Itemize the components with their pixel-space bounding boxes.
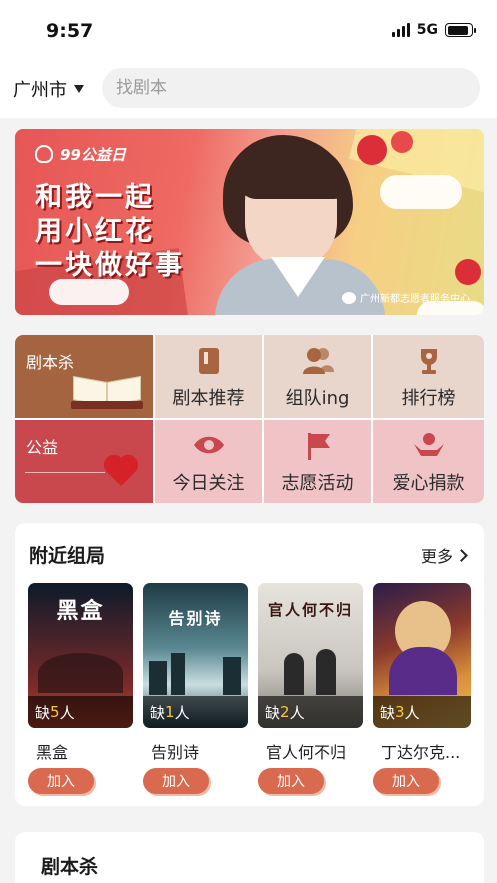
team-icon bbox=[302, 348, 334, 374]
eye-icon bbox=[193, 436, 224, 454]
caret-down-icon bbox=[74, 85, 84, 93]
poster-title: 告别诗 bbox=[168, 609, 223, 628]
tile-volunteer-label: 志愿活动 bbox=[281, 473, 354, 494]
group-name: 官人何不归 bbox=[266, 743, 347, 762]
group-poster[interactable]: 缺3人 bbox=[373, 583, 471, 728]
group-name: 丁达尔克... bbox=[381, 743, 461, 762]
city-selector[interactable]: 广州市 bbox=[13, 76, 84, 102]
more-link[interactable]: 更多 bbox=[420, 543, 468, 567]
poster-title: 官人何不归 bbox=[267, 601, 353, 619]
promo-banner[interactable]: 99公益日 和我一起 用小红花 一块做好事 广州新都志愿者服务中心 bbox=[15, 129, 484, 315]
juben-section: 剧本杀 bbox=[15, 832, 484, 883]
city-label: 广州市 bbox=[13, 80, 67, 101]
wechat-icon bbox=[342, 291, 356, 304]
more-label: 更多 bbox=[420, 547, 453, 566]
juben-section-title: 剧本杀 bbox=[41, 856, 99, 878]
banner-portrait bbox=[215, 129, 385, 315]
nearby-groups-title: 附近组局 bbox=[29, 545, 106, 567]
battery-level bbox=[447, 25, 469, 35]
tile-ranking-label: 排行榜 bbox=[401, 388, 456, 409]
missing-badge: 缺5人 bbox=[28, 696, 133, 728]
missing-badge: 缺3人 bbox=[373, 696, 471, 728]
tile-script-recommend-label: 剧本推荐 bbox=[172, 388, 245, 409]
group-poster[interactable]: 官人何不归 缺2人 bbox=[258, 583, 363, 728]
nearby-groups-section: 附近组局 更多 黑盒 缺5人 黑盒 加入 告别诗 缺1人 告别诗 加入 官人何不… bbox=[15, 523, 484, 806]
heart-icon bbox=[103, 456, 139, 488]
banner-headline-3: 一块做好事 bbox=[35, 250, 185, 281]
status-time: 9:57 bbox=[46, 20, 94, 42]
script-book-icon bbox=[198, 348, 219, 374]
join-button[interactable]: 加入 bbox=[143, 768, 209, 794]
banner-tag-text: 99公益日 bbox=[60, 145, 126, 164]
group-card: 官人何不归 缺2人 官人何不归 加入 bbox=[258, 583, 363, 794]
heart-flower-icon bbox=[33, 143, 55, 165]
group-card: 缺3人 丁达尔克... 加入 bbox=[373, 583, 473, 794]
donate-hands-icon bbox=[413, 433, 444, 456]
category-gongyi-label: 公益 bbox=[26, 438, 59, 457]
group-card: 黑盒 缺5人 黑盒 加入 bbox=[28, 583, 133, 794]
banner-credit-text: 广州新都志愿者服务中心 bbox=[360, 294, 470, 305]
header: 广州市 bbox=[0, 62, 497, 118]
join-button[interactable]: 加入 bbox=[258, 768, 324, 794]
join-button[interactable]: 加入 bbox=[373, 768, 439, 794]
tile-today-focus-label: 今日关注 bbox=[172, 473, 245, 494]
status-icons: 5G bbox=[391, 22, 476, 38]
tile-ranking[interactable]: 排行榜 bbox=[373, 335, 484, 418]
flag-icon bbox=[307, 433, 330, 460]
category-grid: 剧本杀 公益 剧本推荐 组队ing 排行榜 今日关注 志愿活动 爱心捐款 bbox=[15, 335, 484, 503]
tile-volunteer[interactable]: 志愿活动 bbox=[264, 420, 371, 503]
category-juben[interactable]: 剧本杀 bbox=[15, 335, 153, 418]
trophy-icon bbox=[420, 349, 437, 374]
missing-badge: 缺1人 bbox=[143, 696, 248, 728]
battery-icon bbox=[445, 23, 476, 37]
tile-team[interactable]: 组队ing bbox=[264, 335, 371, 418]
tile-donate[interactable]: 爱心捐款 bbox=[373, 420, 484, 503]
open-book-icon bbox=[71, 373, 143, 409]
group-name: 黑盒 bbox=[36, 743, 69, 762]
group-card: 告别诗 缺1人 告别诗 加入 bbox=[143, 583, 248, 794]
tile-donate-label: 爱心捐款 bbox=[392, 473, 465, 494]
group-name: 告别诗 bbox=[151, 743, 200, 762]
signal-icon bbox=[391, 23, 410, 37]
group-poster[interactable]: 告别诗 缺1人 bbox=[143, 583, 248, 728]
chevron-right-icon bbox=[455, 548, 468, 562]
join-button[interactable]: 加入 bbox=[28, 768, 94, 794]
search-input[interactable] bbox=[102, 68, 480, 108]
category-juben-label: 剧本杀 bbox=[26, 353, 75, 372]
tile-team-label: 组队ing bbox=[285, 388, 350, 409]
missing-badge: 缺2人 bbox=[258, 696, 363, 728]
tile-today-focus[interactable]: 今日关注 bbox=[155, 420, 262, 503]
category-gongyi[interactable]: 公益 bbox=[15, 420, 153, 503]
status-bar: 9:57 5G bbox=[0, 0, 497, 62]
tile-script-recommend[interactable]: 剧本推荐 bbox=[155, 335, 262, 418]
banner-tag: 99公益日 bbox=[33, 143, 126, 165]
group-poster[interactable]: 黑盒 缺5人 bbox=[28, 583, 133, 728]
banner-credit: 广州新都志愿者服务中心 bbox=[342, 290, 470, 305]
network-type: 5G bbox=[416, 22, 438, 38]
poster-title: 黑盒 bbox=[56, 599, 105, 624]
